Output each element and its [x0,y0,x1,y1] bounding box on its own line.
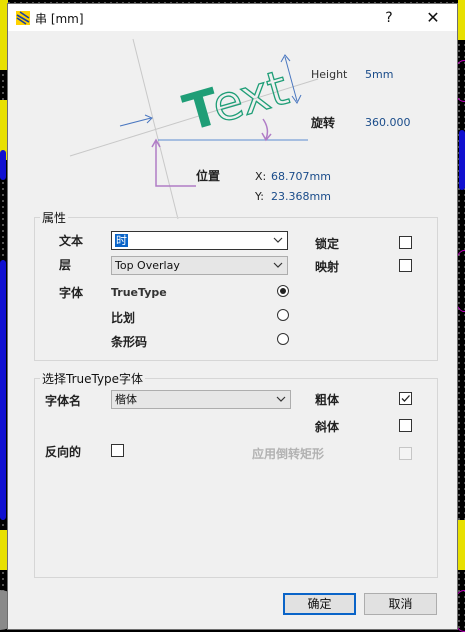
font-name-label: 字体名 [45,394,82,408]
inverted-rect-label: 应用倒转矩形 [252,447,325,461]
text-combobox[interactable]: 时 [111,231,288,250]
font-label: 字体 [59,286,84,300]
radio-stroke[interactable] [277,309,289,321]
pcb-pad [458,520,465,570]
height-value: 5mm [365,68,394,81]
chevron-down-icon [273,262,283,268]
font-name-combobox[interactable]: 楷体 [111,390,291,409]
position-label: 位置 [196,169,221,183]
inverted-label: 反向的 [45,445,82,459]
help-button[interactable]: ? [378,8,400,28]
font-option-truetype[interactable]: TrueType [111,286,167,299]
inverted-rect-checkbox[interactable] [399,447,412,460]
close-button[interactable]: ✕ [422,8,444,28]
truetype-group-title: 选择TrueType字体 [40,370,146,387]
lock-label: 锁定 [315,237,340,251]
layer-label: 层 [59,258,72,272]
pcb-pad [0,260,6,520]
font-option-barcode[interactable]: 条形码 [111,333,147,350]
chevron-down-icon [276,396,286,402]
lock-checkbox[interactable] [399,236,412,249]
radio-truetype[interactable] [277,285,289,297]
x-label: X: [255,170,267,183]
font-name-value: 楷体 [115,393,137,406]
properties-group-title: 属性 [40,209,69,226]
radio-selected-dot [280,288,286,294]
text-label: 文本 [59,234,84,248]
italic-checkbox[interactable] [399,419,412,432]
chevron-down-icon [273,237,283,243]
pcb-pad [0,150,6,180]
width-dimension-line [119,117,152,127]
italic-label: 斜体 [315,420,340,434]
inverted-checkbox[interactable] [111,444,124,457]
text-sample-outline: ext [206,60,294,135]
y-value: 23.368mm [271,190,331,203]
rotation-value: 360.000 [365,116,411,129]
position-marker [155,141,196,187]
x-value: 68.707mm [271,170,331,183]
window-title: 串 [mm] [35,12,84,26]
bold-checkbox[interactable] [399,392,412,405]
ok-button[interactable]: 确定 [283,593,356,615]
bold-label: 粗体 [315,393,340,407]
mirror-checkbox[interactable] [399,259,412,272]
title-bar[interactable]: 串 [mm] ? ✕ [8,4,457,31]
checkmark-icon [401,395,410,402]
layer-combobox[interactable]: Top Overlay [111,256,288,275]
pcb-pad [459,130,465,190]
height-label: Height [311,68,348,81]
app-icon [16,11,30,25]
pcb-pad [458,0,465,40]
string-properties-dialog: 串 [mm] ? ✕ T ext Height 5mm 旋转 360.000 位… [7,3,458,630]
radio-barcode[interactable] [277,333,289,345]
y-label: Y: [255,190,264,203]
rotation-label: 旋转 [311,116,336,130]
mirror-label: 映射 [315,260,340,274]
font-option-stroke[interactable]: 比划 [111,309,135,326]
layer-value: Top Overlay [115,259,180,272]
cancel-button[interactable]: 取消 [364,593,437,615]
text-value: 时 [115,234,128,247]
